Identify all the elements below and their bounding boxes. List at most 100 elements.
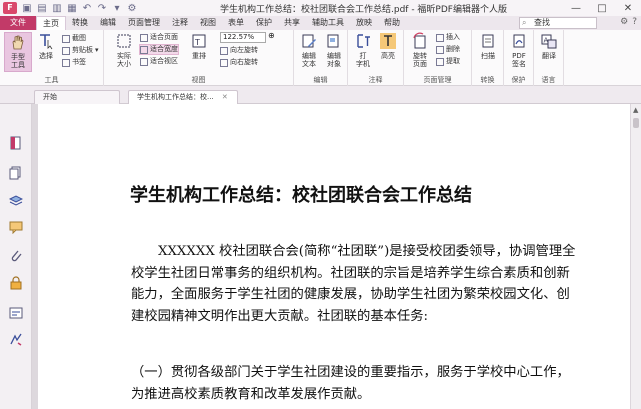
zoom-in-icon[interactable]: ⊕	[268, 31, 275, 40]
snapshot-icon	[62, 34, 70, 43]
fit-visible-button[interactable]: 适合视区	[140, 57, 178, 66]
edit-object-button[interactable]: 编辑 对象	[322, 32, 346, 68]
layers-icon[interactable]	[9, 194, 23, 208]
rotate-right-button[interactable]: 向右旋转	[220, 58, 258, 67]
group-tools: 手型 工具 选择 截图 剪贴板 ▾ 书签 工具	[0, 30, 104, 86]
select-label: 选择	[39, 52, 53, 60]
clipboard-button[interactable]: 剪贴板 ▾	[62, 46, 99, 55]
rotate-right-label: 向右旋转	[230, 58, 258, 66]
actual-size-button[interactable]: 实际 大小	[112, 32, 136, 68]
tab-home[interactable]: 主页	[36, 16, 66, 30]
help-icon[interactable]: ?	[632, 17, 637, 27]
group-label-language: 语言	[541, 76, 556, 84]
fit-page-button[interactable]: 适合页面	[140, 33, 178, 42]
tab-share[interactable]: 共享	[278, 16, 306, 30]
chevron-down-icon: ▾	[95, 46, 99, 54]
translate-label: 翻译	[542, 52, 556, 60]
close-icon[interactable]: ✕	[222, 93, 228, 101]
open-icon[interactable]: ▣	[21, 2, 33, 14]
tab-form[interactable]: 表单	[222, 16, 250, 30]
scroll-thumb[interactable]	[633, 118, 639, 128]
scan-button[interactable]: 扫描	[476, 32, 500, 60]
reflow-button[interactable]: T 重排	[190, 32, 208, 60]
security-icon[interactable]	[9, 276, 23, 290]
delete-icon	[436, 45, 444, 54]
comments-icon[interactable]	[9, 220, 23, 234]
tab-start[interactable]: 开始	[34, 90, 120, 104]
pages-icon[interactable]: ▦	[66, 2, 78, 14]
typewriter-icon	[357, 34, 370, 48]
settings-icon[interactable]: ⚙	[126, 2, 138, 14]
delete-button[interactable]: 删除	[436, 45, 460, 54]
fit-page-icon	[140, 33, 148, 42]
edit-object-icon	[327, 34, 339, 48]
group-page-management: 旋转 页面 插入 删除 提取 页面管理	[404, 30, 472, 86]
pdf-sign-button[interactable]: PDF 签名	[507, 32, 531, 68]
tab-convert[interactable]: 转换	[66, 16, 94, 30]
hand-icon	[12, 35, 24, 50]
ribbon: 手型 工具 选择 截图 剪贴板 ▾ 书签 工具 实际 大小 适合页面 适合宽度 …	[0, 30, 641, 86]
group-convert: 扫描 转换	[472, 30, 504, 86]
svg-text:T: T	[194, 38, 200, 47]
document-view[interactable]: 学生机构工作总结：校社团联合会工作总结 XXXXXX 校社团联合会(简称“社团联…	[38, 104, 630, 409]
hand-tool-label: 手型 工具	[11, 53, 25, 69]
close-button[interactable]: ✕	[615, 0, 641, 16]
save-icon[interactable]: ▤	[36, 2, 48, 14]
search-placeholder: 查找	[534, 18, 550, 27]
minimize-button[interactable]: —	[563, 0, 589, 16]
form-icon[interactable]	[9, 306, 23, 320]
hand-tool-button[interactable]: 手型 工具	[4, 32, 32, 72]
select-button[interactable]: 选择	[36, 32, 56, 60]
zoom-input[interactable]: 122.57%	[220, 32, 266, 43]
fit-visible-label: 适合视区	[150, 57, 178, 65]
tab-comment[interactable]: 注释	[166, 16, 194, 30]
clipboard-label: 剪贴板	[72, 46, 93, 54]
cursor-icon[interactable]: ▾	[111, 2, 123, 14]
print-icon[interactable]: ▥	[51, 2, 63, 14]
redo-icon[interactable]: ↷	[96, 2, 108, 14]
highlight-icon	[380, 33, 396, 49]
tab-page-management[interactable]: 页面管理	[122, 16, 166, 30]
extract-icon	[436, 57, 444, 66]
window-title: 学生机构工作总结：校社团联合会工作总结.pdf - 福昕PDF编辑器个人版	[220, 5, 507, 15]
tab-edit[interactable]: 编辑	[94, 16, 122, 30]
fit-width-icon	[140, 45, 148, 54]
scroll-up-icon[interactable]: ▲	[633, 106, 638, 114]
vertical-scrollbar[interactable]: ▲	[630, 104, 641, 409]
tab-document-label: 学生机构工作总结：校...	[137, 93, 214, 101]
options-icon[interactable]: ⚙	[620, 17, 628, 27]
search-input[interactable]: ⌕ 查找	[519, 17, 597, 29]
snapshot-button[interactable]: 截图	[62, 34, 86, 43]
tab-slideshow[interactable]: 放映	[350, 16, 378, 30]
tab-file[interactable]: 文件	[0, 16, 36, 30]
attachments-icon[interactable]	[9, 248, 23, 262]
group-protect: PDF 签名 保护	[504, 30, 534, 86]
rotate-left-button[interactable]: 向左旋转	[220, 46, 258, 55]
fit-width-button[interactable]: 适合宽度	[139, 44, 179, 55]
undo-icon[interactable]: ↶	[81, 2, 93, 14]
scan-icon	[482, 34, 494, 48]
app-logo: F	[3, 2, 17, 14]
translate-button[interactable]: A 翻译	[537, 32, 561, 60]
thumbnails-icon[interactable]	[9, 166, 23, 180]
tab-document[interactable]: 学生机构工作总结：校... ✕	[128, 90, 238, 104]
tab-accessibility[interactable]: 辅助工具	[306, 16, 350, 30]
pages-icon[interactable]	[9, 136, 23, 150]
extract-button[interactable]: 提取	[436, 57, 460, 66]
group-label-protect: 保护	[511, 76, 526, 84]
tab-help[interactable]: 帮助	[378, 16, 406, 30]
highlight-button[interactable]: 高亮	[376, 32, 400, 60]
rotate-page-label: 旋转 页面	[413, 52, 427, 68]
signature-icon[interactable]	[9, 332, 23, 346]
typewriter-button[interactable]: 打 字机	[352, 32, 374, 68]
bookmark-button[interactable]: 书签	[62, 58, 86, 67]
tab-protect[interactable]: 保护	[250, 16, 278, 30]
insert-button[interactable]: 插入	[436, 33, 460, 42]
rotate-page-button[interactable]: 旋转 页面	[408, 32, 432, 68]
tab-view[interactable]: 视图	[194, 16, 222, 30]
window-controls: — □ ✕	[563, 0, 641, 16]
group-label-comment: 注释	[368, 76, 383, 84]
maximize-button[interactable]: □	[589, 0, 615, 16]
edit-text-button[interactable]: 编辑 文本	[298, 32, 320, 68]
insert-label: 插入	[446, 33, 460, 41]
